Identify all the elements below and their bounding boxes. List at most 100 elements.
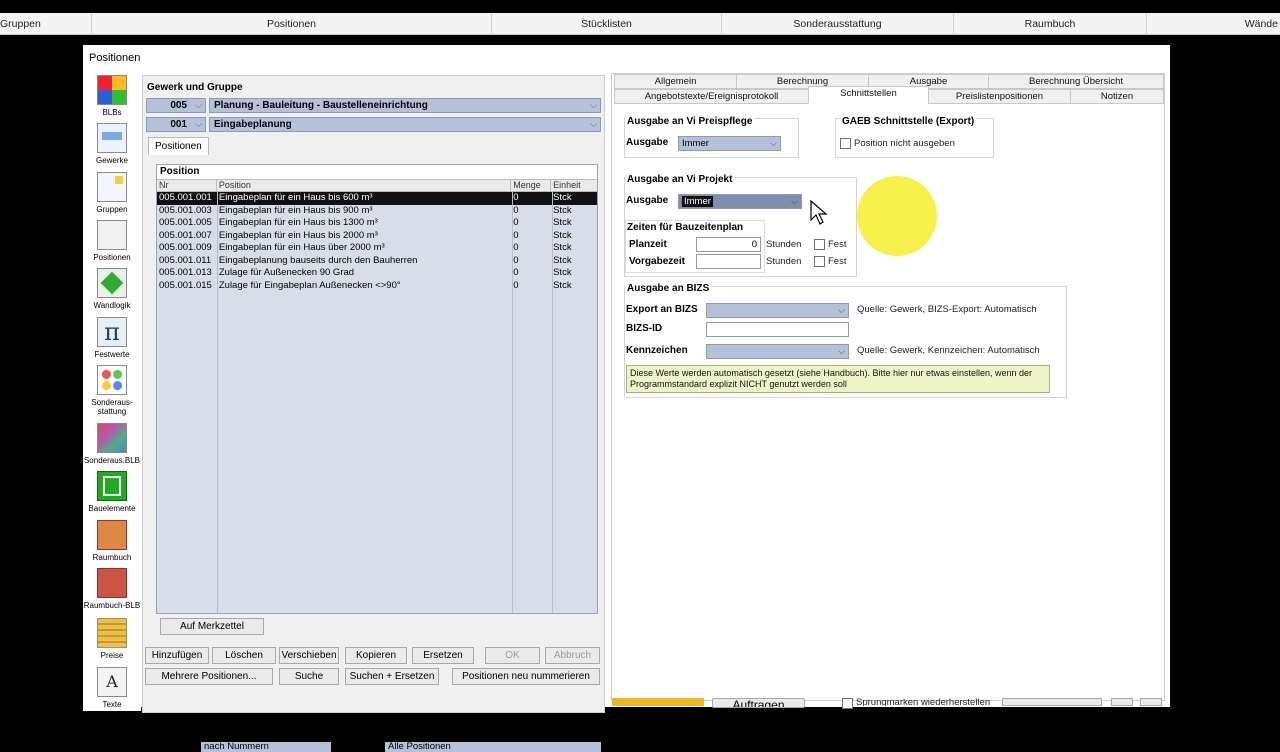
cell-einheit: Stck: [553, 229, 572, 241]
planzeit-input[interactable]: 0: [696, 237, 761, 252]
auftragen-button[interactable]: Auftragen: [712, 698, 805, 708]
cell-nr: 005.001.009: [159, 242, 212, 253]
table-row[interactable]: 005.001.015 Zulage für Eingabeplan Außene…: [157, 280, 597, 293]
menu-stuecklisten[interactable]: Stücklisten: [492, 13, 722, 35]
table-row[interactable]: 005.001.011 Eingabeplanung bauseits durch…: [157, 255, 597, 268]
bizs-export-select[interactable]: ⌵: [706, 303, 849, 318]
ersetzen-button[interactable]: Ersetzen: [412, 647, 474, 664]
col-menge[interactable]: Menge: [511, 180, 552, 191]
menu-positionen[interactable]: Positionen: [92, 13, 492, 35]
cell-position: Eingabeplan für ein Haus bis 900 m³: [218, 204, 373, 216]
projekt-ausgabe-label: Ausgabe: [626, 195, 669, 206]
top-menu-bar: Gruppen Positionen Stücklisten Sonderaus…: [0, 13, 1280, 35]
sidebar-item-label: Sonderaus- stattung: [91, 398, 133, 416]
tab-preislistenpositionen[interactable]: Preislistenpositionen: [928, 89, 1071, 104]
zeiten-title: Zeiten für Bauzeitenplan: [627, 222, 744, 233]
neu-nummerieren-button[interactable]: Positionen neu nummerieren: [452, 668, 600, 685]
gewerk-name-combo[interactable]: Planung - Bauleitung - Baustelleneinrich…: [209, 98, 601, 113]
table-row[interactable]: 005.001.001 Eingabeplan für ein Haus bis …: [157, 192, 597, 205]
col-nr[interactable]: Nr: [157, 180, 217, 191]
raumbuch-blb-icon: [97, 568, 127, 598]
bizs-id-input[interactable]: [706, 322, 849, 337]
gruppe-name: Eingabeplanung: [214, 119, 292, 130]
cell-nr: 005.001.003: [159, 204, 212, 216]
sidebar-item-sonderausstattung[interactable]: Sonderaus- stattung: [83, 365, 141, 416]
sidebar-item-bauelemente[interactable]: Bauelemente: [83, 471, 141, 513]
col-position[interactable]: Position: [217, 180, 512, 191]
gewerk-gruppe-header: Gewerk und Gruppe: [147, 82, 243, 93]
projekt-ausgabe-select[interactable]: Immer ⌵: [678, 194, 802, 209]
blbs-icon: [97, 75, 127, 105]
sidebar-item-gewerke[interactable]: Gewerke: [83, 123, 141, 165]
bizs-export-label: Export an BIZS: [626, 304, 698, 315]
sidebar-item-preise[interactable]: Preise: [83, 618, 141, 660]
table-row[interactable]: 005.001.005 Eingabeplan für ein Haus bis …: [157, 217, 597, 230]
vorgabezeit-input[interactable]: [696, 254, 761, 269]
hinzufuegen-button[interactable]: Hinzufügen: [145, 647, 209, 664]
chevron-down-icon: ⌵: [791, 196, 798, 206]
sortierung-label: Sortierung: [143, 742, 192, 752]
cell-nr: 005.001.015: [159, 279, 212, 291]
cell-position: Eingabeplan für ein Haus bis 1300 m³: [218, 217, 378, 228]
kopieren-button[interactable]: Kopieren: [345, 647, 407, 664]
ok-button[interactable]: OK: [485, 647, 540, 664]
mehrere-positionen-button[interactable]: Mehrere Positionen...: [145, 668, 273, 685]
vorgabezeit-fest-label: Fest: [828, 256, 847, 267]
tab-positionen[interactable]: Positionen: [148, 137, 209, 155]
tab-notizen[interactable]: Notizen: [1070, 89, 1164, 104]
grid-rows: 005.001.001 Eingabeplan für ein Haus bis …: [157, 192, 597, 292]
chevron-down-icon: ⌵: [838, 305, 845, 315]
merkzettel-button[interactable]: Auf Merkzettel: [160, 618, 264, 635]
suche-button[interactable]: Suche: [279, 668, 339, 685]
gruppe-name-combo[interactable]: Eingabeplanung ⌵: [209, 117, 601, 132]
table-row[interactable]: 005.001.003 Eingabeplan für ein Haus bis …: [157, 205, 597, 218]
bottom-icon-button[interactable]: [1140, 698, 1162, 706]
sidebar-item-gruppen[interactable]: Gruppen: [83, 172, 141, 214]
gruppe-code-combo[interactable]: 001 ⌵: [146, 117, 206, 132]
cell-einheit: Stck: [553, 242, 572, 253]
col-einheit[interactable]: Einheit: [551, 180, 597, 191]
sidebar-item-raumbuch-blb[interactable]: Raumbuch-BLB: [83, 568, 141, 610]
sidebar-item-raumbuch[interactable]: Raumbuch: [83, 520, 141, 562]
cell-einheit: Stck: [553, 192, 572, 203]
bottom-icon-button[interactable]: [1111, 698, 1133, 706]
vorgabezeit-fest-checkbox[interactable]: [814, 256, 825, 267]
tab-allgemein[interactable]: Allgemein: [614, 74, 737, 89]
cell-menge: 0: [513, 204, 519, 216]
cell-nr: 005.001.007: [159, 229, 212, 241]
sidebar-item-wandlogik[interactable]: Wandlogik: [83, 268, 141, 310]
verschieben-button[interactable]: Verschieben: [279, 647, 339, 664]
table-row[interactable]: 005.001.013 Zulage für Außenecken 90 Grad…: [157, 267, 597, 280]
menu-waende[interactable]: Wände: [1147, 13, 1280, 35]
table-row[interactable]: 005.001.009 Eingabeplan für ein Haus über…: [157, 242, 597, 255]
grid-title: Position: [157, 165, 597, 180]
cell-position: Zulage für Eingabeplan Außenecken <>90°: [218, 279, 401, 291]
planzeit-fest-checkbox[interactable]: [814, 239, 825, 250]
tab-berechnung-uebersicht[interactable]: Berechnung Übersicht: [988, 74, 1164, 89]
sidebar-item-texte[interactable]: A Texte: [83, 667, 141, 709]
tab-schnittstellen[interactable]: Schnittstellen: [808, 86, 929, 104]
gewerk-code-combo[interactable]: 005 ⌵: [146, 98, 206, 113]
texte-icon: A: [97, 667, 127, 697]
sortierung-combo[interactable]: nach Nummern: [201, 742, 331, 752]
kennzeichen-select[interactable]: ⌵: [706, 344, 849, 359]
gruppe-code: 001: [170, 119, 187, 130]
menu-raumbuch[interactable]: Raumbuch: [954, 13, 1147, 35]
sidebar-item-blbs[interactable]: BLBs: [83, 75, 141, 117]
tab-angebotstexte[interactable]: Angebotstexte/Ereignisprotokoll: [614, 89, 809, 104]
abbruch-button[interactable]: Abbruch: [545, 647, 600, 664]
sidebar-item-festwerte[interactable]: π Festwerte: [83, 317, 141, 359]
sprungmarken-checkbox[interactable]: [842, 698, 853, 709]
sidebar-item-sonderaus-blb[interactable]: Sonderaus.BLB: [83, 423, 141, 465]
anzeige-combo[interactable]: Alle Positionen: [385, 742, 601, 752]
menu-sonderausstattung[interactable]: Sonderausstattung: [722, 13, 954, 35]
loeschen-button[interactable]: Löschen: [212, 647, 276, 664]
table-row[interactable]: 005.001.007 Eingabeplan für ein Haus bis …: [157, 230, 597, 243]
position-nicht-ausgeben-checkbox[interactable]: [840, 138, 851, 149]
suchen-ersetzen-button[interactable]: Suchen + Ersetzen: [345, 668, 439, 685]
cell-menge: 0: [513, 254, 519, 266]
sidebar-item-positionen[interactable]: Positionen: [83, 220, 141, 262]
preispflege-ausgabe-select[interactable]: Immer ⌵: [678, 136, 781, 151]
menu-gruppen[interactable]: Gruppen: [0, 13, 92, 35]
bottom-right-button[interactable]: [1002, 698, 1102, 706]
